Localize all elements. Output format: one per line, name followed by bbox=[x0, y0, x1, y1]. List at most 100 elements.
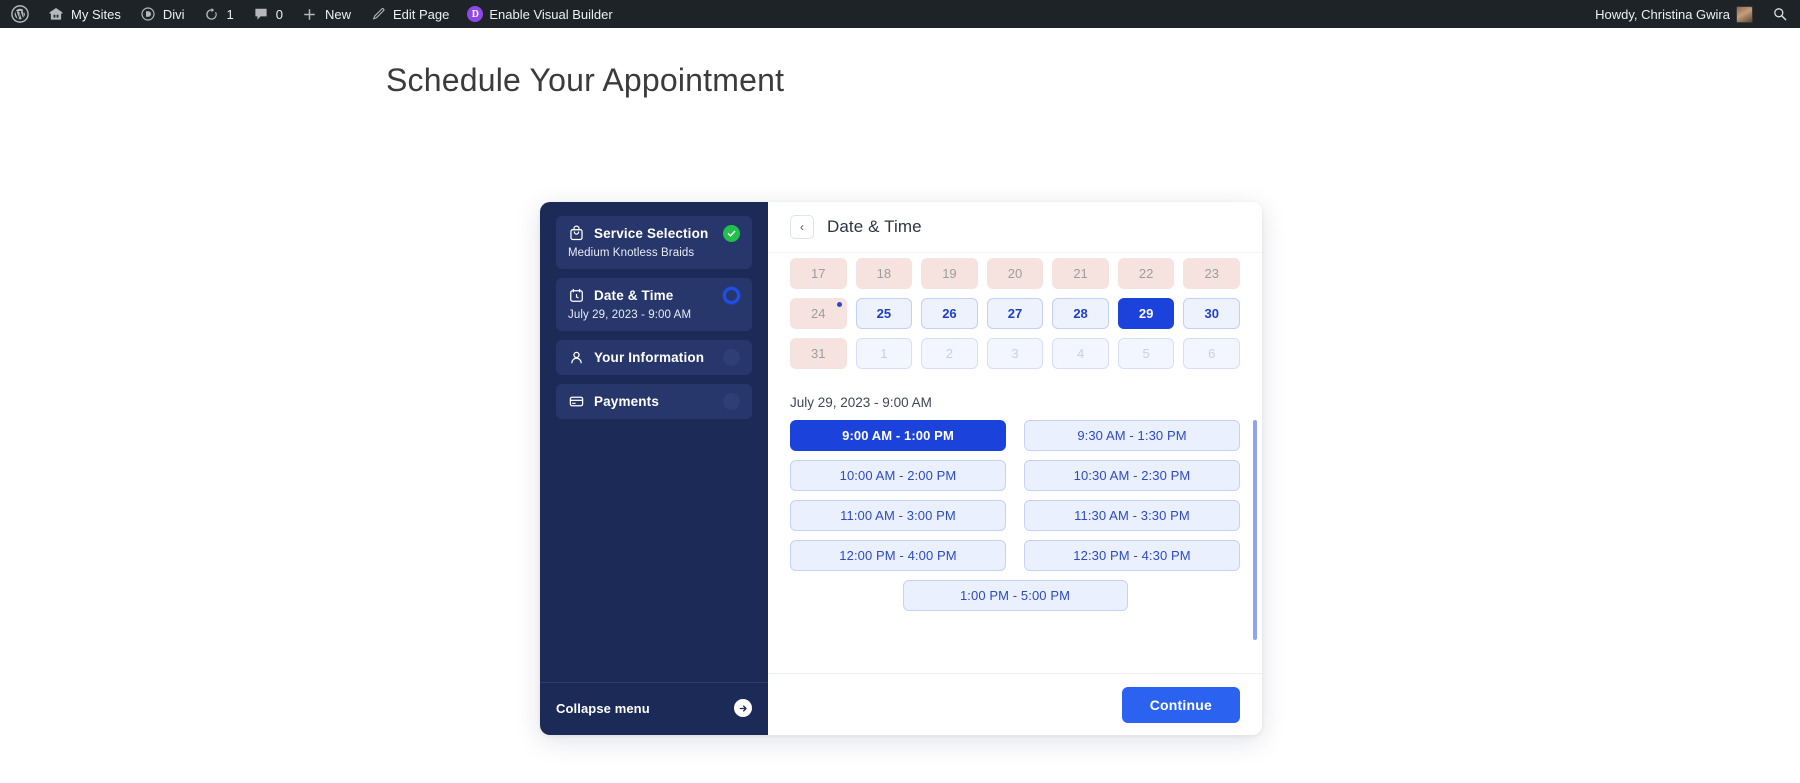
time-slot-option[interactable]: 11:00 AM - 3:00 PM bbox=[790, 500, 1006, 531]
booking-header: ‹ Date & Time bbox=[768, 202, 1262, 252]
calendar-day-17: 17 bbox=[790, 258, 847, 289]
sidebar-step-sublabel: Medium Knotless Braids bbox=[568, 247, 695, 259]
person-icon bbox=[568, 349, 585, 366]
search-icon bbox=[1771, 5, 1789, 23]
booking-scroll-area: 17 18 19 20 21 22 23 24 25 26 27 28 29 30 31 1 2 3 4 5 6 Jul… bbox=[790, 252, 1240, 611]
calendar-grid: 17 18 19 20 21 22 23 24 25 26 27 28 29 30 31 1 2 3 4 5 6 bbox=[790, 252, 1240, 369]
calendar-day-number: 17 bbox=[811, 266, 826, 281]
adminbar-search[interactable] bbox=[1762, 0, 1798, 28]
sidebar-step-label: Your Information bbox=[594, 350, 705, 365]
plus-icon bbox=[301, 5, 319, 23]
calendar-day-number: 30 bbox=[1204, 306, 1219, 321]
wp-admin-bar: My Sites Divi 1 0 New Edit Page D Enable… bbox=[0, 0, 1800, 28]
sidebar-step-payments[interactable]: Payments bbox=[556, 384, 752, 419]
calendar-day-6: 6 bbox=[1183, 338, 1240, 369]
adminbar-howdy-label: Howdy, Christina Gwira bbox=[1595, 6, 1730, 22]
adminbar-my-sites[interactable]: My Sites bbox=[38, 0, 130, 28]
calendar-day-number: 27 bbox=[1007, 306, 1023, 321]
calendar-day-29[interactable]: 29 bbox=[1117, 298, 1175, 329]
updates-icon bbox=[203, 5, 221, 23]
collapse-menu-label: Collapse menu bbox=[556, 700, 650, 716]
calendar-day-27[interactable]: 27 bbox=[986, 298, 1044, 329]
calendar-day-2: 2 bbox=[921, 338, 978, 369]
adminbar-wordpress-logo[interactable] bbox=[2, 0, 38, 28]
calendar-day-26[interactable]: 26 bbox=[921, 298, 978, 329]
adminbar-my-sites-label: My Sites bbox=[71, 6, 121, 22]
calendar-day-5: 5 bbox=[1117, 338, 1175, 369]
adminbar-new[interactable]: New bbox=[292, 0, 360, 28]
sidebar-step-label: Service Selection bbox=[594, 226, 709, 241]
arrow-right-circle-icon bbox=[734, 699, 752, 717]
calendar-day-number: 31 bbox=[811, 346, 826, 361]
vertical-scrollbar[interactable] bbox=[1253, 420, 1257, 640]
avatar bbox=[1736, 5, 1753, 23]
time-slot-option[interactable]: 9:30 AM - 1:30 PM bbox=[1024, 420, 1240, 451]
wordpress-logo-icon bbox=[11, 5, 29, 23]
divi-badge-icon: D bbox=[467, 6, 484, 22]
status-badge-active bbox=[723, 287, 740, 304]
calendar-day-30[interactable]: 30 bbox=[1183, 298, 1240, 329]
calendar-day-4: 4 bbox=[1052, 338, 1109, 369]
adminbar-new-label: New bbox=[324, 6, 351, 22]
booking-body: 17 18 19 20 21 22 23 24 25 26 27 28 29 30 31 1 2 3 4 5 6 Jul… bbox=[768, 252, 1262, 673]
calendar-day-number: 20 bbox=[1007, 266, 1023, 281]
calendar-day-24: 24 bbox=[790, 298, 847, 329]
booking-footer: Continue bbox=[768, 673, 1262, 735]
calendar-clock-icon bbox=[568, 287, 585, 304]
pencil-icon bbox=[369, 5, 387, 23]
calendar-day-number: 23 bbox=[1204, 266, 1219, 281]
adminbar-divi-label: Divi bbox=[162, 6, 185, 22]
adminbar-divi[interactable]: Divi bbox=[130, 0, 194, 28]
status-badge-idle bbox=[723, 393, 740, 410]
step-header: Date & Time bbox=[568, 287, 740, 304]
time-slot-option[interactable]: 9:00 AM - 1:00 PM bbox=[790, 420, 1006, 451]
step-header: Your Information bbox=[568, 349, 740, 366]
calendar-day-28[interactable]: 28 bbox=[1052, 298, 1109, 329]
adminbar-visual-builder-label: Enable Visual Builder bbox=[489, 6, 613, 22]
time-slot-option[interactable]: 12:30 PM - 4:30 PM bbox=[1024, 540, 1240, 571]
my-sites-icon bbox=[47, 5, 65, 23]
sidebar-step-label: Date & Time bbox=[594, 288, 674, 303]
time-slot-option[interactable]: 10:30 AM - 2:30 PM bbox=[1024, 460, 1240, 491]
divi-icon bbox=[139, 5, 157, 23]
status-badge-idle bbox=[723, 349, 740, 366]
time-slot-option[interactable]: 10:00 AM - 2:00 PM bbox=[790, 460, 1006, 491]
collapse-menu-button[interactable]: Collapse menu bbox=[540, 682, 768, 735]
page-content: Schedule Your Appointment Service Select… bbox=[0, 28, 1800, 783]
back-button[interactable]: ‹ bbox=[790, 215, 814, 239]
adminbar-my-account[interactable]: Howdy, Christina Gwira bbox=[1586, 0, 1762, 28]
sidebar-step-date-time[interactable]: Date & Time July 29, 2023 - 9:00 AM bbox=[556, 278, 752, 331]
calendar-day-number: 4 bbox=[1076, 346, 1085, 361]
booking-step-title: Date & Time bbox=[827, 217, 922, 236]
selected-datetime-caption: July 29, 2023 - 9:00 AM bbox=[790, 395, 932, 410]
status-badge-complete bbox=[723, 225, 740, 242]
calendar-day-indicator-dot bbox=[836, 302, 842, 307]
calendar-day-23: 23 bbox=[1183, 258, 1240, 289]
continue-button[interactable]: Continue bbox=[1121, 686, 1240, 723]
calendar-day-number: 5 bbox=[1142, 346, 1150, 361]
adminbar-edit-page[interactable]: Edit Page bbox=[360, 0, 458, 28]
calendar-day-number: 21 bbox=[1073, 266, 1088, 281]
sidebar-step-label: Payments bbox=[594, 394, 659, 409]
calendar-day-number: 29 bbox=[1138, 306, 1154, 321]
adminbar-updates[interactable]: 1 bbox=[194, 0, 243, 28]
comments-icon bbox=[252, 5, 270, 23]
calendar-day-number: 6 bbox=[1208, 346, 1216, 361]
sidebar-step-your-information[interactable]: Your Information bbox=[556, 340, 752, 375]
calendar-day-3: 3 bbox=[986, 338, 1044, 369]
calendar-day-number: 3 bbox=[1011, 346, 1019, 361]
calendar-day-20: 20 bbox=[986, 258, 1044, 289]
calendar-day-number: 28 bbox=[1073, 306, 1088, 321]
time-slot-option[interactable]: 11:30 AM - 3:30 PM bbox=[1024, 500, 1240, 531]
adminbar-comments[interactable]: 0 bbox=[243, 0, 292, 28]
calendar-day-number: 2 bbox=[945, 346, 954, 361]
sidebar-step-sublabel: July 29, 2023 - 9:00 AM bbox=[568, 309, 692, 321]
adminbar-enable-visual-builder[interactable]: D Enable Visual Builder bbox=[458, 0, 621, 28]
calendar-day-number: 19 bbox=[942, 266, 957, 281]
calendar-day-25[interactable]: 25 bbox=[855, 298, 913, 329]
time-slot-option[interactable]: 12:00 PM - 4:00 PM bbox=[790, 540, 1006, 571]
sidebar-step-service-selection[interactable]: Service Selection Medium Knotless Braids bbox=[556, 216, 752, 269]
adminbar-updates-count: 1 bbox=[226, 6, 234, 22]
calendar-day-19: 19 bbox=[921, 258, 978, 289]
time-slot-option[interactable]: 1:00 PM - 5:00 PM bbox=[902, 580, 1128, 611]
